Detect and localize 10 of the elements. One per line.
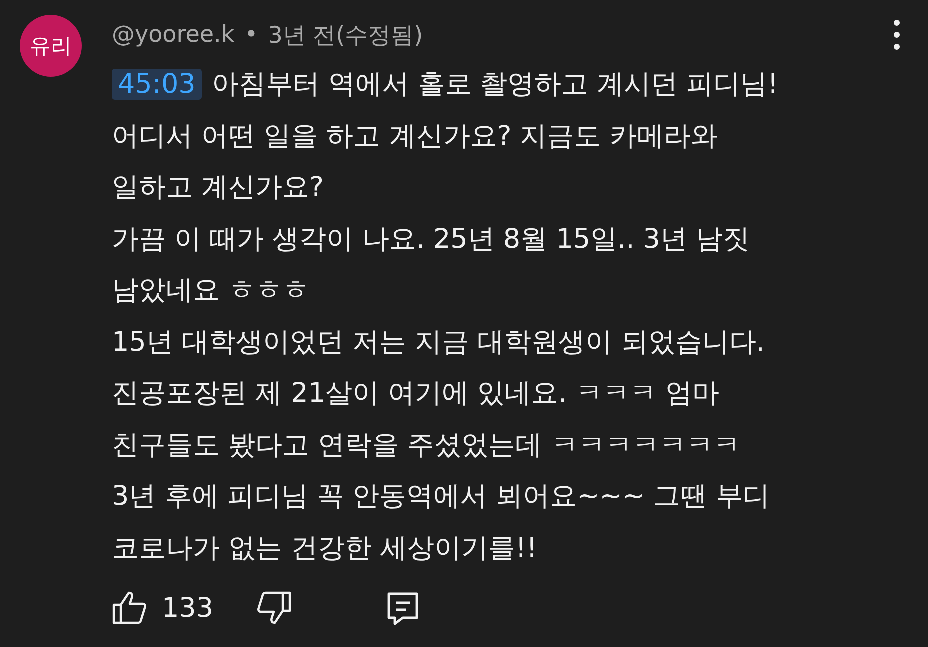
like-count: 133 bbox=[162, 592, 214, 624]
author-name[interactable]: @yooree.k bbox=[112, 22, 235, 48]
timestamp-link[interactable]: 45:03 bbox=[112, 69, 202, 100]
separator-dot: • bbox=[244, 22, 258, 48]
reply-icon[interactable] bbox=[386, 591, 420, 625]
comment-time[interactable]: 3년 전(수정됨) bbox=[268, 20, 424, 50]
thumbs-down-icon[interactable] bbox=[256, 591, 292, 625]
comment-text: 45:03 아침부터 역에서 홀로 촬영하고 계시던 피디님! 어디서 어떤 일을 하고 계신가요? 지금도 카메라와 일하고 계신가요? 가끔 이 때가 생각이 나요. 25년 8월 15일.. 3년 남짓 남았네요 ㅎㅎㅎ 15년 대학생이었던 저는 지금 대학원생이 되었습니다. 진공포장된 제 21살이 여기에 있네요. ㅋㅋㅋ 엄마 친구들도 봤다고 연락을 주셨었는데 ㅋㅋㅋㅋㅋㅋㅋ 3년 후에 피디님 꼭 안동역에서 뵈어요~~~ 그땐 부디 코로나가 없는 건강한 세상이기를!! bbox=[112, 68, 780, 566]
avatar[interactable]: 유리 bbox=[20, 15, 82, 77]
thumbs-up-icon[interactable] bbox=[112, 591, 148, 625]
